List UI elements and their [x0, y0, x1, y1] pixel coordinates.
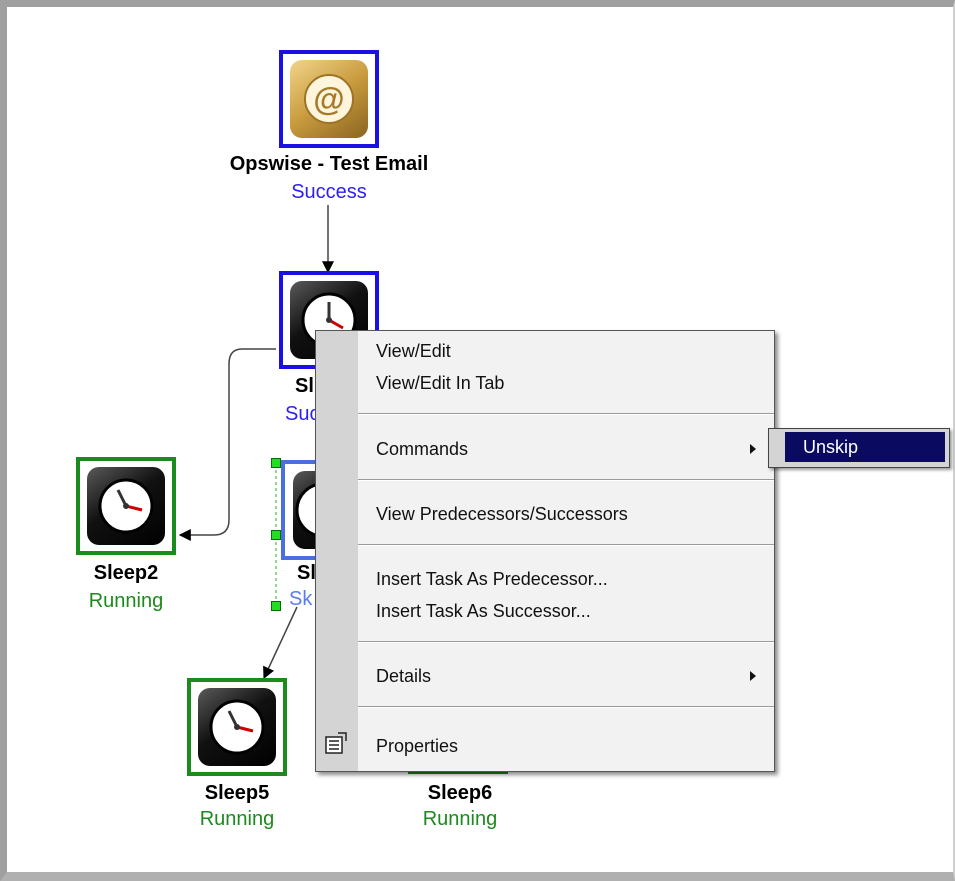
menu-icon-gutter	[316, 331, 358, 771]
node-name-sleep3: Sl	[297, 562, 316, 584]
node-status-sleep6: Running	[422, 808, 498, 830]
menu-item-insert-successor[interactable]: Insert Task As Successor...	[376, 601, 591, 622]
email-at-icon: @	[290, 60, 368, 138]
resize-handle-middle[interactable]	[271, 530, 281, 540]
node-name-email: Opswise - Test Email	[229, 153, 429, 175]
connector-sleep3-to-sleep5	[263, 606, 298, 680]
node-status-email: Success	[291, 181, 367, 203]
menu-separator	[358, 544, 774, 546]
commands-submenu: Unskip	[768, 428, 950, 468]
resize-handle-top[interactable]	[271, 458, 281, 468]
node-name-sleep5: Sleep5	[204, 782, 270, 804]
task-node-sleep2[interactable]	[76, 457, 176, 555]
resize-handle-bottom[interactable]	[271, 601, 281, 611]
connector-sleep1-to-sleep2	[178, 348, 276, 541]
menu-item-properties[interactable]: Properties	[376, 736, 458, 757]
menu-separator	[358, 479, 774, 481]
node-name-sleep2: Sleep2	[93, 562, 159, 584]
menu-item-view-edit-tab[interactable]: View/Edit In Tab	[376, 373, 504, 394]
clock-icon	[87, 467, 165, 545]
properties-icon	[324, 731, 348, 755]
menu-separator	[358, 413, 774, 415]
menu-separator	[358, 706, 774, 708]
node-status-sleep3: Sk	[289, 588, 313, 610]
clock-icon	[198, 688, 276, 766]
menu-item-details[interactable]: Details	[376, 666, 431, 687]
submenu-item-unskip-highlight[interactable]: Unskip	[785, 432, 945, 462]
chevron-right-icon	[750, 671, 756, 681]
context-menu: View/Edit View/Edit In Tab Commands View…	[315, 330, 775, 772]
menu-separator	[358, 641, 774, 643]
task-node-email[interactable]: @	[279, 50, 379, 148]
menu-item-insert-predecessor[interactable]: Insert Task As Predecessor...	[376, 569, 608, 590]
menu-item-view-predecessors-successors[interactable]: View Predecessors/Successors	[376, 504, 628, 525]
node-status-sleep2: Running	[88, 590, 164, 612]
node-name-sleep6: Sleep6	[427, 782, 493, 804]
node-name-sleep1: Sl	[295, 375, 314, 397]
menu-item-commands[interactable]: Commands	[376, 439, 468, 460]
menu-item-view-edit[interactable]: View/Edit	[376, 341, 451, 362]
chevron-right-icon	[750, 444, 756, 454]
svg-text:@: @	[313, 81, 344, 117]
node-status-sleep5: Running	[199, 808, 275, 830]
task-node-sleep5[interactable]	[187, 678, 287, 776]
submenu-item-unskip[interactable]: Unskip	[803, 437, 858, 458]
workflow-canvas[interactable]: @ Opswise - Test Email Success Sl Suc Sl…	[0, 0, 955, 881]
